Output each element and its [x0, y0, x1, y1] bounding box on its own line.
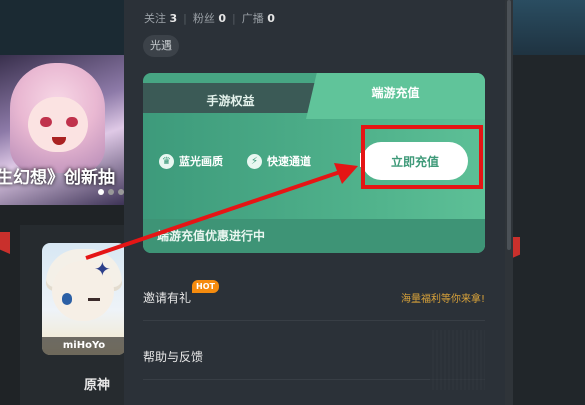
following-stat[interactable]: 关注 3 [144, 10, 177, 26]
banner-pagination[interactable] [98, 189, 124, 195]
background-texture [430, 330, 485, 390]
banner-dot[interactable] [98, 189, 104, 195]
stat-divider: | [232, 11, 236, 25]
icon-character-eye [62, 293, 72, 305]
feature-bluray: ♛ 蓝光画质 [159, 153, 223, 169]
lightning-icon: ⚡ [247, 153, 262, 169]
stat-divider: | [183, 11, 187, 25]
hot-badge: HOT [192, 280, 219, 293]
icon-character-wink [88, 298, 100, 301]
promo-banner[interactable]: 端游充值优惠进行中 [143, 219, 485, 253]
game-tag[interactable]: 光遇 [143, 35, 179, 57]
right-background [505, 55, 585, 405]
banner-eye-left [40, 117, 52, 127]
help-label: 帮助与反馈 [143, 349, 204, 364]
crown-icon: ♛ [159, 153, 174, 169]
invite-label: 邀请有礼 [143, 290, 192, 305]
game-name[interactable]: 原神 [84, 374, 110, 393]
feature-fast-lane: ⚡ 快速通道 [247, 153, 311, 169]
banner-dot[interactable] [108, 189, 114, 195]
banner-caption: 生幻想》创新抽 [0, 168, 115, 188]
genshin-game-icon[interactable]: ✦ miHoYo [42, 243, 126, 355]
ribbon-left [0, 232, 10, 254]
right-top-background [510, 0, 585, 55]
broadcast-stat[interactable]: 广播 0 [242, 10, 275, 26]
highlight-box [361, 125, 483, 189]
banner-eye-right [66, 117, 78, 127]
mihoyo-logo: miHoYo [42, 337, 126, 355]
profile-stats: 关注 3 | 粉丝 0 | 广播 0 [144, 10, 275, 26]
invite-note: 海量福利等你来拿! [400, 293, 485, 305]
tab-pc-recharge[interactable]: 端游充值 [306, 73, 485, 119]
game-banner[interactable]: 生幻想》创新抽 [0, 55, 124, 205]
scrollbar-thumb[interactable] [507, 0, 511, 250]
fans-stat[interactable]: 粉丝 0 [193, 10, 226, 26]
star-icon: ✦ [94, 257, 111, 281]
scrollbar[interactable] [505, 0, 513, 405]
